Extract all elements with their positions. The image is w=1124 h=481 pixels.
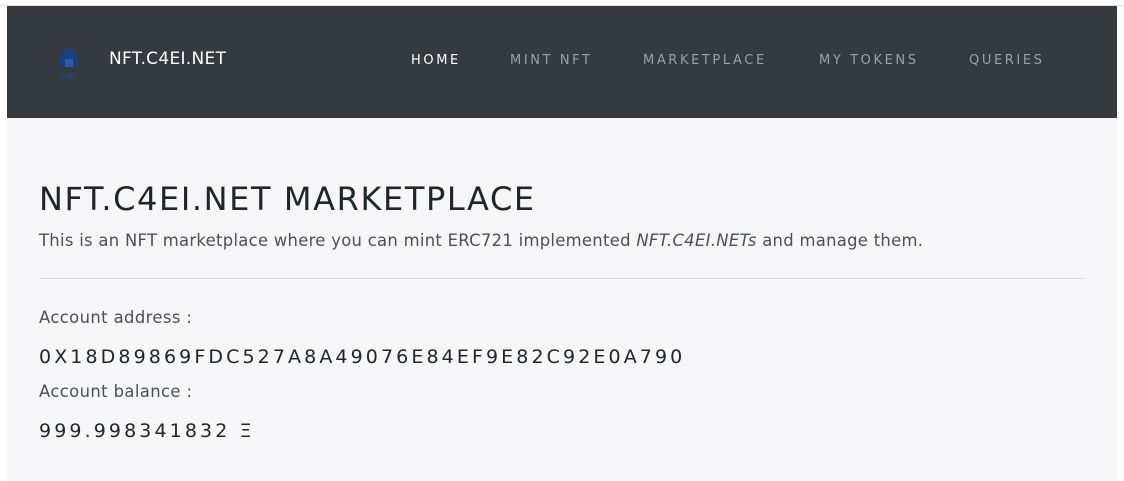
page-description: This is an NFT marketplace where you can…	[39, 231, 923, 250]
navbar: C4EI NFT.C4EI.NET HOME MINT NFT MARKETPL…	[7, 6, 1117, 118]
account-address-value: 0X18D89869FDC527A8A49076E84EF9E82C92E0A7…	[39, 346, 686, 368]
page: C4EI NFT.C4EI.NET HOME MINT NFT MARKETPL…	[7, 6, 1117, 481]
account-balance-label: Account balance :	[39, 382, 193, 401]
account-address-label: Account address :	[39, 308, 193, 327]
nav-queries[interactable]: QUERIES	[969, 53, 1045, 68]
description-suffix: and manage them.	[756, 231, 924, 250]
nav-home[interactable]: HOME	[411, 53, 461, 68]
account-balance-value: 999.998341832 Ξ	[39, 420, 255, 442]
nav-menu: HOME MINT NFT MARKETPLACE MY TOKENS QUER…	[7, 6, 1117, 118]
divider	[39, 278, 1085, 279]
nav-mint-nft[interactable]: MINT NFT	[510, 53, 593, 68]
description-emphasis: NFT.C4EI.NETs	[636, 231, 757, 250]
description-prefix: This is an NFT marketplace where you can…	[39, 231, 637, 250]
nav-marketplace[interactable]: MARKETPLACE	[643, 53, 767, 68]
nav-my-tokens[interactable]: MY TOKENS	[819, 53, 919, 68]
page-title: NFT.C4EI.NET MARKETPLACE	[39, 180, 536, 218]
